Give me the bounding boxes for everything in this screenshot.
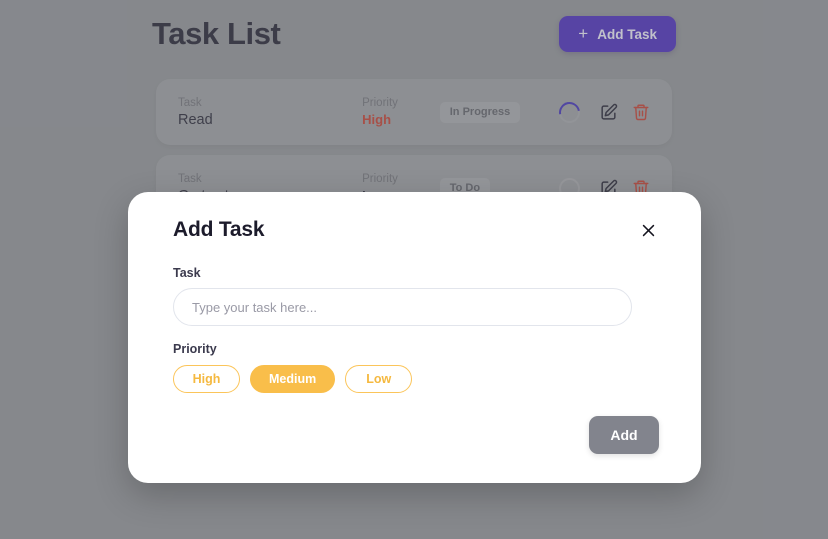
task-field-group: Task xyxy=(173,266,659,326)
task-field-label: Task xyxy=(173,266,201,280)
priority-option-medium[interactable]: Medium xyxy=(250,365,336,393)
modal-header: Add Task xyxy=(173,218,659,242)
modal-title: Add Task xyxy=(173,218,265,241)
priority-option-low[interactable]: Low xyxy=(345,365,413,393)
task-input[interactable] xyxy=(173,288,632,326)
close-icon xyxy=(642,224,655,237)
close-button[interactable] xyxy=(638,220,659,241)
priority-field-label: Priority xyxy=(173,342,217,356)
submit-add-button[interactable]: Add xyxy=(589,416,659,454)
add-task-modal: Add Task Task Priority High Medium Low A… xyxy=(128,192,701,483)
priority-option-high[interactable]: High xyxy=(173,365,240,393)
modal-footer: Add xyxy=(589,416,659,454)
priority-options: High Medium Low xyxy=(173,365,659,393)
priority-field-group: Priority High Medium Low xyxy=(173,342,659,393)
